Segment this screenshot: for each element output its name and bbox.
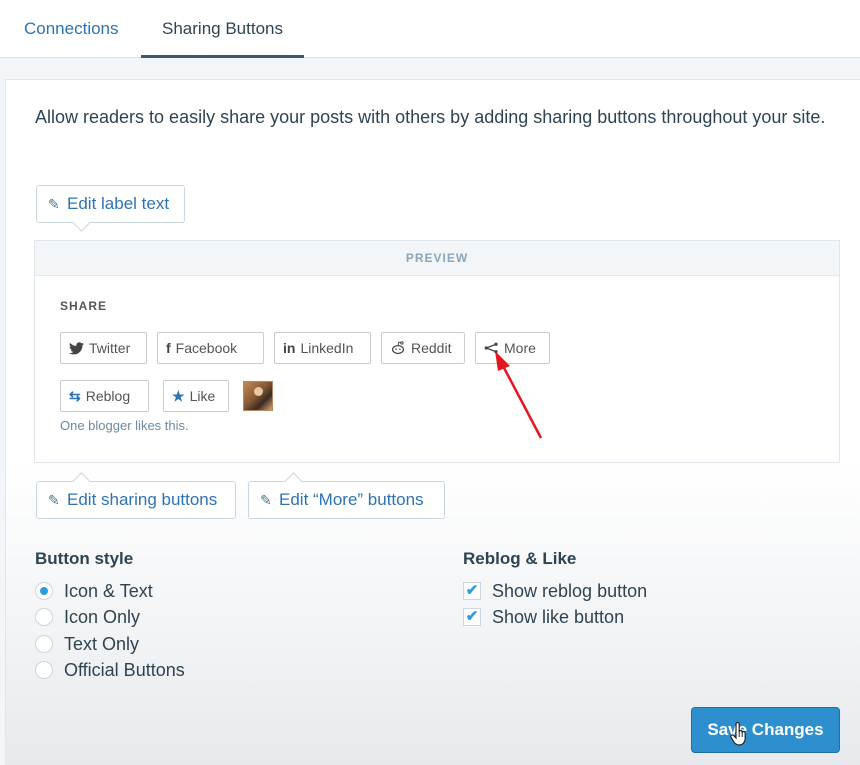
checkbox-show-reblog[interactable]: ✔ Show reblog button (463, 579, 647, 603)
checkmark-icon: ✔ (463, 582, 481, 600)
facebook-share-button[interactable]: f Facebook (157, 332, 264, 364)
more-label: More (504, 340, 536, 356)
more-share-button[interactable]: More (475, 332, 550, 364)
button-style-title: Button style (35, 549, 134, 568)
linkedin-icon: in (283, 340, 296, 356)
preview-header: PREVIEW (35, 241, 839, 276)
share-more-icon (484, 333, 499, 363)
pencil-icon: ✎ (260, 492, 272, 508)
linkedin-label: LinkedIn (300, 340, 354, 356)
facebook-label: Facebook (175, 340, 238, 356)
radio-icon-and-text[interactable]: Icon & Text (35, 579, 153, 603)
radio-official-buttons[interactable]: Official Buttons (35, 658, 185, 682)
reddit-share-button[interactable]: Reddit (381, 332, 465, 364)
radio-label: Official Buttons (64, 660, 185, 680)
edit-label-text-label: Edit label text (67, 194, 170, 213)
like-label: Like (189, 388, 216, 404)
twitter-share-button[interactable]: Twitter (60, 332, 147, 364)
radio-empty-icon (35, 635, 53, 653)
radio-empty-icon (35, 608, 53, 626)
reblog-label: Reblog (85, 388, 131, 404)
twitter-icon (69, 333, 84, 363)
radio-label: Text Only (64, 634, 140, 654)
like-button[interactable]: ★ Like (163, 380, 229, 412)
edit-more-buttons-label: Edit “More” buttons (279, 490, 424, 509)
radio-text-only[interactable]: Text Only (35, 632, 139, 656)
pencil-icon: ✎ (48, 196, 60, 212)
save-changes-button[interactable]: Save Changes (691, 707, 840, 753)
liker-avatar[interactable] (243, 381, 273, 411)
reddit-icon (390, 333, 406, 363)
pencil-icon: ✎ (48, 492, 60, 508)
edit-sharing-buttons-label: Edit sharing buttons (67, 490, 218, 509)
radio-label: Icon Only (64, 607, 141, 627)
twitter-label: Twitter (89, 340, 131, 356)
share-title: SHARE (60, 299, 108, 313)
radio-selected-icon (35, 582, 53, 600)
edit-sharing-buttons-button[interactable]: ✎ Edit sharing buttons (36, 481, 236, 519)
reblog-icon: ⇆ (69, 388, 81, 404)
intro-text: Allow readers to easily share your posts… (35, 107, 826, 127)
checkbox-show-like[interactable]: ✔ Show like button (463, 605, 624, 629)
checkbox-label: Show reblog button (492, 581, 648, 601)
likes-count-text: One blogger likes this. (60, 418, 189, 433)
tab-sharing-buttons[interactable]: Sharing Buttons (141, 0, 304, 58)
reblog-button[interactable]: ⇆ Reblog (60, 380, 149, 412)
facebook-icon: f (166, 340, 171, 356)
star-icon: ★ (172, 388, 185, 404)
radio-empty-icon (35, 661, 53, 679)
edit-more-buttons-button[interactable]: ✎ Edit “More” buttons (248, 481, 445, 519)
preview-panel: PREVIEW SHARE Twitter f Facebook in Linked… (34, 240, 840, 463)
checkbox-label: Show like button (492, 607, 625, 627)
radio-label: Icon & Text (64, 581, 153, 601)
linkedin-share-button[interactable]: in LinkedIn (274, 332, 371, 364)
tab-connections[interactable]: Connections (24, 0, 119, 58)
tab-bar: Connections Sharing Buttons (0, 0, 860, 58)
reblog-like-title: Reblog & Like (463, 549, 577, 568)
reddit-label: Reddit (411, 340, 452, 356)
checkmark-icon: ✔ (463, 608, 481, 626)
edit-label-text-button[interactable]: ✎ Edit label text (36, 185, 185, 223)
radio-icon-only[interactable]: Icon Only (35, 605, 140, 629)
